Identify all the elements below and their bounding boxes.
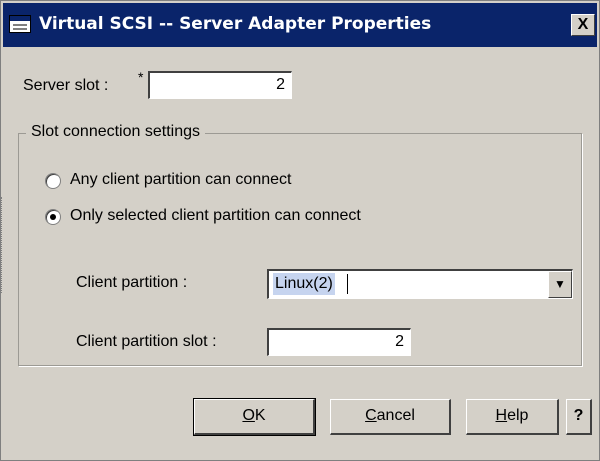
ok-label-rest: K — [254, 407, 266, 424]
any-client-label[interactable]: Any client partition can connect — [70, 171, 291, 189]
ok-mnemonic: O — [242, 407, 255, 424]
ok-button[interactable]: OK — [193, 398, 316, 436]
any-client-radio[interactable] — [45, 173, 61, 189]
client-partition-value: Linux(2) — [273, 273, 335, 295]
client-partition-slot-label: Client partition slot : — [76, 333, 217, 350]
radio-selected-dot — [50, 214, 56, 220]
cancel-mnemonic: C — [365, 407, 377, 424]
context-help-button[interactable]: ? — [566, 399, 592, 435]
dialog-window: Virtual SCSI -- Server Adapter Propertie… — [0, 0, 600, 461]
text-caret — [347, 274, 348, 294]
required-marker: * — [138, 69, 144, 85]
help-label-rest: elp — [507, 407, 529, 424]
help-mnemonic: H — [495, 407, 508, 424]
client-partition-label: Client partition : — [76, 274, 188, 291]
window-icon — [9, 15, 31, 33]
question-mark-icon: ? — [573, 407, 584, 424]
client-partition-slot-input[interactable]: 2 — [267, 328, 411, 356]
server-slot-label: Server slot : — [23, 77, 109, 94]
close-button[interactable]: X — [571, 14, 595, 36]
server-slot-input[interactable]: 2 — [148, 71, 292, 99]
only-selected-client-label[interactable]: Only selected client partition can conne… — [70, 207, 361, 225]
slot-connection-legend: Slot connection settings — [26, 123, 205, 141]
cancel-button[interactable]: Cancel — [330, 399, 451, 435]
chevron-down-icon[interactable]: ▼ — [548, 271, 572, 298]
window-resize-edge — [1, 197, 5, 293]
window-title: Virtual SCSI -- Server Adapter Propertie… — [39, 14, 432, 34]
title-bar[interactable]: Virtual SCSI -- Server Adapter Propertie… — [3, 3, 597, 47]
help-button[interactable]: Help — [466, 399, 559, 435]
client-partition-select[interactable]: Linux(2) ▼ — [267, 269, 573, 299]
only-selected-client-radio[interactable] — [45, 209, 61, 225]
cancel-label-rest: ancel — [376, 407, 415, 424]
